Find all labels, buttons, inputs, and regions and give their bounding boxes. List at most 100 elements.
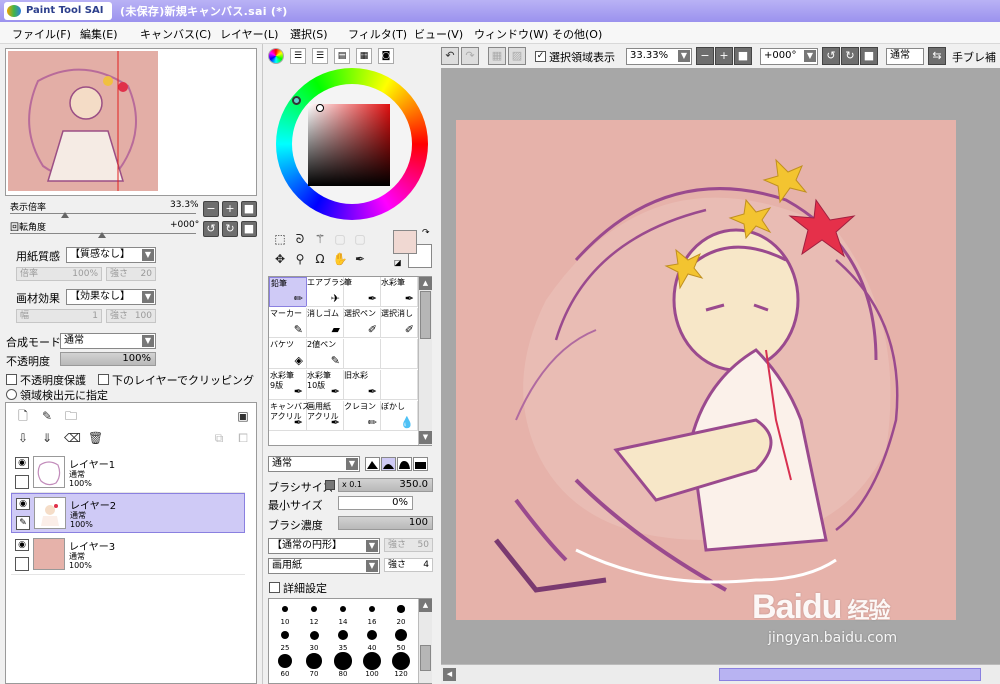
redo-icon[interactable]: ↷ — [461, 47, 479, 65]
swatch-tab[interactable]: ▤ — [334, 48, 350, 64]
mask-icon[interactable]: ▣ — [236, 409, 250, 423]
menu-window[interactable]: ウィンドウ(W) — [474, 26, 548, 42]
brush-slot-16[interactable]: キャンバス アクリル ✒ — [269, 401, 310, 431]
menu-layer[interactable]: レイヤー(L) — [220, 26, 278, 42]
zoom-track[interactable] — [10, 213, 196, 214]
size-scrollbar[interactable]: ▲ — [418, 599, 432, 683]
brush-slot-14[interactable]: 旧水彩 ✒ — [343, 370, 381, 400]
brush-size-dot[interactable] — [368, 605, 376, 613]
detect-source-radio[interactable] — [6, 389, 17, 400]
zoom-in-button[interactable]: + — [222, 201, 238, 217]
eye-icon[interactable]: ◉ — [15, 539, 29, 551]
paper-texture-dropdown[interactable]: 【質感なし】 ▼ — [66, 247, 156, 263]
brush-size-dot[interactable] — [397, 605, 405, 613]
brush-size-dot[interactable] — [278, 654, 292, 668]
brush-size-dot[interactable] — [306, 653, 322, 669]
rotate-reset-button[interactable]: ■ — [241, 221, 257, 237]
size-multiplier-toggle[interactable] — [325, 480, 335, 490]
rotation-thumb[interactable] — [98, 232, 106, 238]
advanced-settings-checkbox[interactable] — [269, 582, 280, 593]
opacity-slider[interactable]: 100% — [60, 352, 156, 366]
canvas-workspace[interactable] — [441, 68, 1000, 664]
color-wheel[interactable] — [276, 68, 428, 220]
canvas-zoom-in-button[interactable]: + — [715, 47, 733, 65]
zoom-out-button[interactable]: − — [203, 201, 219, 217]
brush-slot-5[interactable]: 消しゴム ▰ — [306, 308, 344, 338]
brush-slot-6[interactable]: 選択ペン ✐ — [343, 308, 381, 338]
brush-slot-3[interactable]: 水彩筆 ✒ — [380, 277, 418, 307]
rotate-left-button[interactable]: ↺ — [203, 221, 219, 237]
canvas-rotate-left-button[interactable]: ↺ — [822, 47, 840, 65]
deselect-icon[interactable]: ▦ — [488, 47, 506, 65]
brush-slot-17[interactable]: 画用紙 アクリル ✒ — [306, 401, 344, 431]
brush-slot-19[interactable]: ぼかし 💧 — [380, 401, 418, 431]
brush-slot-9[interactable]: 2値ペン ✎ — [306, 339, 344, 369]
edge-flat-button[interactable] — [413, 457, 428, 471]
flip-icon[interactable]: ⇆ — [928, 47, 946, 65]
brush-texture-dropdown[interactable]: 画用紙 ▼ — [268, 558, 380, 574]
brush-slot-18[interactable]: クレヨン ✏ — [343, 401, 381, 431]
mixer-tab[interactable]: ▦ — [356, 48, 372, 64]
new-folder-icon[interactable]: 🗀 — [64, 409, 78, 423]
canvas-mode-dropdown[interactable]: 通常 — [886, 48, 924, 65]
eye-icon[interactable]: ◉ — [16, 498, 30, 510]
brush-size-dot[interactable] — [366, 629, 378, 641]
menu-filter[interactable]: フィルタ(T) — [348, 26, 407, 42]
clipping-checkbox[interactable] — [98, 374, 109, 385]
magic-wand-icon[interactable]: ⚚ — [312, 231, 328, 247]
invert-selection-icon[interactable]: ▨ — [508, 47, 526, 65]
new-linework-icon[interactable]: ✎ — [40, 409, 54, 423]
zoom-icon[interactable]: ⚲ — [292, 251, 308, 267]
scroll-down-icon[interactable]: ▼ — [419, 431, 432, 444]
brush-slot-7[interactable]: 選択消し ✐ — [380, 308, 418, 338]
new-layer-icon[interactable]: 🗋 — [16, 409, 30, 423]
texture-scale-field[interactable]: 倍率 100% — [16, 267, 102, 281]
move-icon[interactable]: ✥ — [272, 251, 288, 267]
undo-icon[interactable]: ↶ — [441, 47, 459, 65]
brush-size-dot[interactable] — [309, 630, 319, 640]
color-wheel-tab[interactable] — [268, 48, 284, 64]
brush-slot-2[interactable]: 筆 ✒ — [343, 277, 381, 307]
rgb-slider-tab[interactable]: ☰ — [290, 48, 306, 64]
color-marker[interactable] — [316, 104, 324, 112]
brush-mode-dropdown[interactable]: 通常 ▼ — [268, 456, 360, 472]
hscroll-thumb[interactable] — [719, 668, 981, 681]
canvas-zoom-dropdown[interactable]: 33.33% ▼ — [626, 48, 692, 65]
effect-strength-field[interactable]: 強さ 100 — [106, 309, 156, 323]
menu-canvas[interactable]: キャンバス(C) — [140, 26, 211, 42]
merge-down-icon[interactable]: ⇓ — [40, 431, 54, 445]
brush-size-dot[interactable] — [339, 605, 347, 613]
brush-slot-1[interactable]: エアブラシ ✈ — [306, 277, 347, 307]
scratchpad-tab[interactable]: ◙ — [378, 48, 394, 64]
delete-mask-icon[interactable]: ⧠ — [236, 431, 250, 445]
clear-layer-icon[interactable]: ⌫ — [64, 431, 81, 445]
apply-mask-icon[interactable]: ⧉ — [212, 431, 226, 445]
layer-row-3[interactable]: ◉ レイヤー3 通常 100% — [11, 535, 245, 575]
lasso-icon[interactable]: ᘐ — [292, 231, 308, 247]
paper-effect-dropdown[interactable]: 【効果なし】 ▼ — [66, 289, 156, 305]
canvas-zoom-reset-button[interactable]: ■ — [734, 47, 752, 65]
effect-width-field[interactable]: 幅1 — [16, 309, 102, 323]
brush-shape-dropdown[interactable]: 【通常の円形】 ▼ — [268, 538, 380, 554]
canvas-rotate-right-button[interactable]: ↻ — [841, 47, 859, 65]
scroll-thumb[interactable] — [420, 291, 431, 339]
eyedropper-icon[interactable]: ✒ — [352, 251, 368, 267]
reset-colors-icon[interactable]: ◪ — [394, 258, 402, 267]
layer-lock-box[interactable] — [15, 475, 29, 489]
brush-size-dot[interactable] — [363, 652, 381, 670]
saturation-value-square[interactable] — [308, 104, 390, 186]
edge-hard-button[interactable] — [365, 457, 380, 471]
brush-size-dot[interactable] — [282, 606, 288, 612]
brush-size-dot[interactable] — [311, 606, 317, 612]
scroll-left-icon[interactable]: ◀ — [443, 668, 456, 681]
brush-size-slider[interactable]: x 0.1 350.0 — [338, 478, 433, 492]
menu-edit[interactable]: 編集(E) — [80, 26, 118, 42]
edge-medium-button[interactable] — [381, 457, 396, 471]
density-slider[interactable]: 100 — [338, 516, 433, 530]
trash-icon[interactable]: 🗑 — [88, 431, 103, 445]
hue-marker[interactable] — [292, 96, 301, 105]
brush-slot-8[interactable]: バケツ ◈ — [269, 339, 307, 369]
zoom-thumb[interactable] — [61, 212, 69, 218]
drawing-canvas[interactable] — [456, 120, 956, 620]
scroll-thumb[interactable] — [420, 645, 431, 671]
